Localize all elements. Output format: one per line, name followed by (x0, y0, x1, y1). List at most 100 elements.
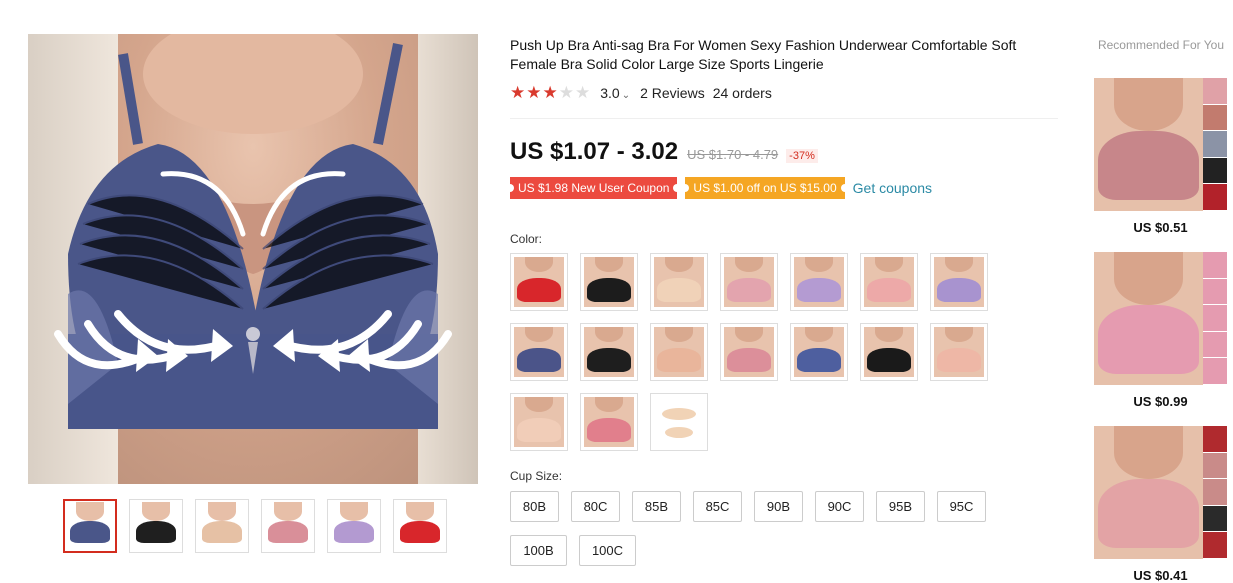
recommended-item-2[interactable]: US $0.99 (1094, 252, 1227, 409)
color-option-12[interactable] (790, 323, 848, 381)
star-icon: ★ (575, 83, 591, 102)
color-option-4[interactable] (720, 253, 778, 311)
cup-size-options: 80B 80C 85B 85C 90B 90C 95B 95C 100B 100C (510, 491, 1030, 566)
star-icon: ★ (558, 83, 574, 102)
color-option-3[interactable] (650, 253, 708, 311)
color-option-16[interactable] (580, 393, 638, 451)
recommended-image (1094, 426, 1227, 559)
color-options (510, 253, 988, 451)
size-option-100c[interactable]: 100C (579, 535, 636, 566)
recommended-item-1[interactable]: US $0.51 (1094, 78, 1227, 235)
color-strip-swatch (1203, 131, 1227, 158)
get-coupons-link[interactable]: Get coupons (853, 180, 932, 196)
color-strip-swatch (1203, 252, 1227, 279)
color-label: Color: (510, 232, 543, 246)
color-swatch (654, 257, 704, 307)
thumbnail-5[interactable] (327, 499, 381, 553)
main-product-image[interactable] (28, 34, 478, 484)
color-option-2[interactable] (580, 253, 638, 311)
thumbnail-1[interactable] (63, 499, 117, 553)
color-strip (1203, 78, 1227, 211)
thumbnail-2[interactable] (129, 499, 183, 553)
size-option-90b[interactable]: 90B (754, 491, 803, 522)
color-strip (1203, 426, 1227, 559)
divider (510, 118, 1058, 119)
color-strip-swatch (1203, 278, 1227, 306)
color-swatch (934, 257, 984, 307)
size-option-85c[interactable]: 85C (693, 491, 742, 522)
thumbnail-image (66, 502, 114, 550)
color-strip-swatch (1203, 78, 1227, 105)
color-swatch (514, 397, 564, 447)
thumbnail-3[interactable] (195, 499, 249, 553)
thumbnail-4[interactable] (261, 499, 315, 553)
color-option-9[interactable] (580, 323, 638, 381)
rating-row: ★ ★ ★ ★ ★ 3.0 ⌄ 2 Reviews 24 orders (510, 84, 772, 101)
recommended-image (1094, 252, 1227, 385)
recommended-title: Recommended For You (1097, 38, 1225, 52)
color-option-14[interactable] (930, 323, 988, 381)
discount-badge: -37% (786, 149, 818, 163)
color-swatch (794, 327, 844, 377)
size-option-100b[interactable]: 100B (510, 535, 567, 566)
recommended-price: US $0.51 (1133, 220, 1188, 235)
recommended-price: US $0.99 (1133, 394, 1188, 409)
color-option-6[interactable] (860, 253, 918, 311)
recommended-photo (1094, 252, 1203, 385)
size-option-95b[interactable]: 95B (876, 491, 925, 522)
color-option-8[interactable] (510, 323, 568, 381)
reviews-link[interactable]: 2 Reviews (640, 85, 705, 101)
color-strip-swatch (1203, 331, 1227, 359)
color-option-1[interactable] (510, 253, 568, 311)
star-icon: ★ (526, 83, 542, 102)
size-option-90c[interactable]: 90C (815, 491, 864, 522)
size-option-80b[interactable]: 80B (510, 491, 559, 522)
recommended-price: US $0.41 (1133, 568, 1188, 583)
color-swatch (584, 257, 634, 307)
recommended-photo (1094, 78, 1203, 211)
color-strip-swatch (1203, 452, 1227, 480)
size-option-85b[interactable]: 85B (632, 491, 681, 522)
color-option-15[interactable] (510, 393, 568, 451)
coupon-row: US $1.98 New User Coupon US $1.00 off on… (505, 177, 932, 199)
cup-size-label: Cup Size: (510, 469, 563, 483)
color-strip-swatch (1203, 532, 1227, 559)
color-option-5[interactable] (790, 253, 848, 311)
recommended-image (1094, 78, 1227, 211)
color-strip (1203, 252, 1227, 385)
new-user-coupon[interactable]: US $1.98 New User Coupon (505, 177, 682, 199)
color-swatch (864, 257, 914, 307)
color-swatch (934, 327, 984, 377)
store-coupon[interactable]: US $1.00 off on US $15.00 (681, 177, 849, 199)
current-price: US $1.07 - 3.02 (510, 138, 679, 165)
thumbnail-image (396, 502, 444, 550)
color-option-11[interactable] (720, 323, 778, 381)
color-strip-swatch (1203, 184, 1227, 211)
color-option-10[interactable] (650, 323, 708, 381)
color-option-17[interactable] (650, 393, 708, 451)
rating-stars: ★ ★ ★ ★ ★ (510, 84, 590, 101)
color-option-7[interactable] (930, 253, 988, 311)
thumbnail-image (132, 502, 180, 550)
size-option-80c[interactable]: 80C (571, 491, 620, 522)
thumbnail-image (264, 502, 312, 550)
color-swatch (864, 327, 914, 377)
color-strip-swatch (1203, 104, 1227, 132)
color-strip-swatch (1203, 305, 1227, 332)
thumbnail-6[interactable] (393, 499, 447, 553)
rating-value[interactable]: 3.0 ⌄ (600, 85, 630, 101)
color-option-13[interactable] (860, 323, 918, 381)
thumbnail-image (198, 502, 246, 550)
color-strip-swatch (1203, 157, 1227, 185)
star-icon: ★ (542, 83, 558, 102)
color-swatch (794, 257, 844, 307)
color-swatch (724, 257, 774, 307)
recommended-item-3[interactable]: US $0.41 (1094, 426, 1227, 583)
color-swatch (584, 327, 634, 377)
recommended-photo (1094, 426, 1203, 559)
thumbnail-image (330, 502, 378, 550)
star-icon: ★ (510, 83, 526, 102)
price-row: US $1.07 - 3.02 US $1.70 - 4.79 -37% (510, 138, 818, 166)
color-swatch (584, 397, 634, 447)
size-option-95c[interactable]: 95C (937, 491, 986, 522)
